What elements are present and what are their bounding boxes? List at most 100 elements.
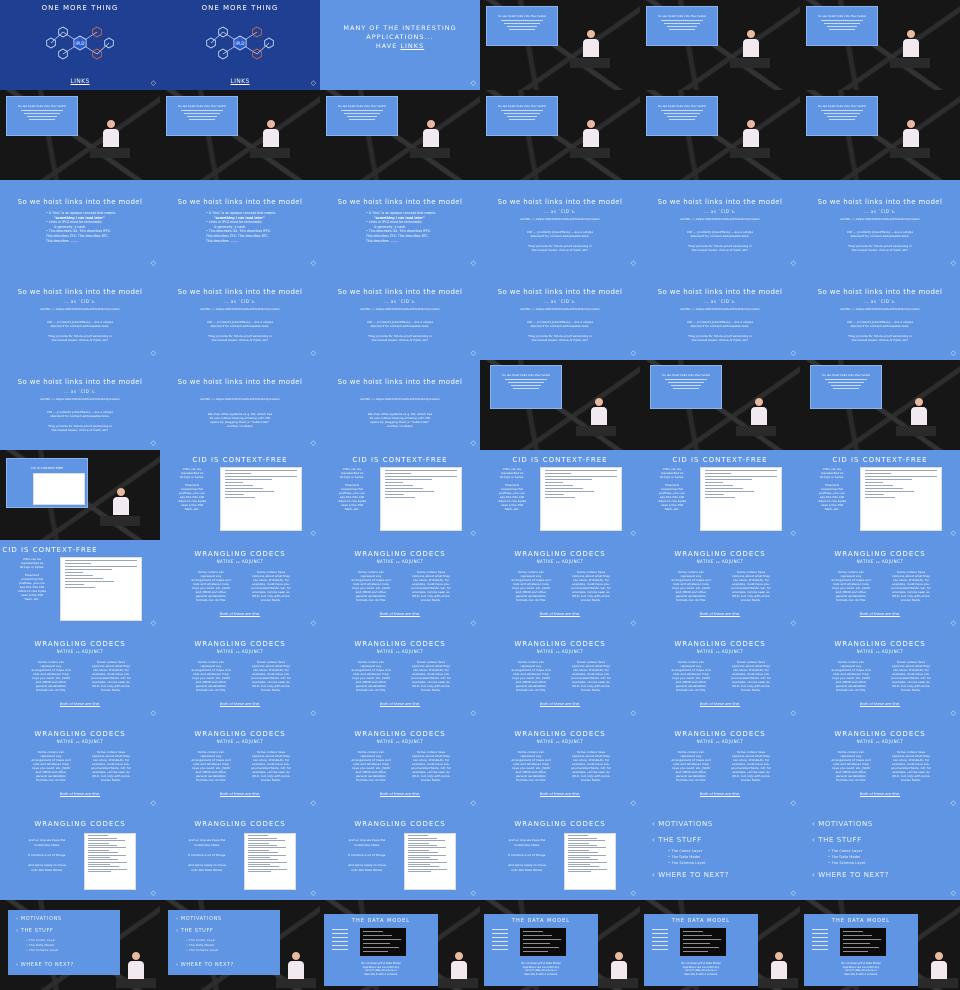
terminal-line (65, 560, 137, 561)
code-line (523, 931, 543, 932)
table-line (88, 856, 110, 858)
slide-thumbnail[interactable]: WRANGLING CODECS NATIVE vs ADJUNCT Some co… (160, 630, 320, 720)
toc-subitem: • The Schema Layer (186, 948, 219, 952)
speaker (742, 120, 760, 150)
cid-example: ALCUSD ---> bafyrei bdbtc3ddmdmsd4hc1zdm… (840, 218, 920, 221)
slide-subtitle: NATIVE vs ADJUNCT (640, 559, 800, 564)
slide-thumbnail[interactable]: ‹ MOTIVATIONS ‹ THE STUFF • The Codec Laye… (800, 810, 960, 900)
diamond-icon: ◇ (310, 259, 316, 267)
slide-thumbnail[interactable]: So we hoist links into the model ... as `… (0, 360, 160, 450)
slide-thumbnail[interactable]: WRANGLING CODECS NATIVE vs ADJUNCT Some co… (480, 630, 640, 720)
slide-thumbnail[interactable]: WRANGLING CODECS NATIVE vs ADJUNCT Some co… (800, 540, 960, 630)
screen-text-line (673, 388, 699, 389)
slide-thumbnail[interactable]: So we hoist links into the model • A "lin… (320, 180, 480, 270)
table-line (568, 859, 598, 861)
diamond-icon: ◇ (470, 709, 476, 717)
diamond-icon: ◇ (630, 259, 636, 267)
slide-thumbnail[interactable]: WRANGLING CODECS NATIVE vs ADJUNCT Some co… (320, 630, 480, 720)
conclusion-text: Both of these are fine. (859, 612, 901, 616)
slide-thumbnail[interactable]: ONE MORE THING IPLD LINKS ◇ (160, 0, 320, 90)
slide-thumbnail[interactable]: So we hoist links into the model ... as `… (800, 270, 960, 360)
slide-thumbnail[interactable]: CID IS CONTEXT-FREE CIDs can be represente… (640, 450, 800, 540)
slide-thumbnail[interactable]: WRANGLING CODECS NATIVE vs ADJUNCT Some co… (640, 720, 800, 810)
slide-thumbnail[interactable]: WRANGLING CODECS NATIVE vs ADJUNCT Some co… (800, 720, 960, 810)
slide-thumbnail[interactable]: WRANGLING CODECS And so now we have the mu… (320, 810, 480, 900)
slide-thumbnail[interactable]: CID IS CONTEXT-FREE CIDs can be represente… (800, 450, 960, 540)
slide-title: WRANGLING CODECS (514, 730, 606, 738)
slide-thumbnail[interactable]: WRANGLING CODECS NATIVE vs ADJUNCT Some co… (0, 630, 160, 720)
slide-thumbnail[interactable]: So we hoist links into the model ALCUSD -… (160, 360, 320, 450)
terminal-line (385, 473, 412, 474)
slide-thumbnail[interactable]: So we hoist links into the model ... as `… (0, 270, 160, 360)
slide-thumbnail[interactable]: So we hoist links into the model (160, 90, 320, 180)
slide-thumbnail[interactable]: So we hoist links into the model ... as `… (640, 180, 800, 270)
left-column-text: formats can do this. (356, 598, 386, 602)
slide-thumbnail[interactable]: WRANGLING CODECS NATIVE vs ADJUNCT Some co… (640, 630, 800, 720)
slide-thumbnail[interactable]: So we hoist links into the model ... as `… (320, 270, 480, 360)
slide-thumbnail[interactable]: So we hoist links into the model (480, 0, 640, 90)
slide-thumbnail[interactable]: CID IS CONTEXT-FREE (0, 450, 160, 540)
body-text: multicodec table. (33, 843, 61, 847)
slide-thumbnail[interactable]: WRANGLING CODECS NATIVE vs ADJUNCT Some co… (640, 540, 800, 630)
slide-thumbnail[interactable]: So we hoist links into the model (320, 90, 480, 180)
slide-thumbnail[interactable]: CID IS CONTEXT-FREE CIDs can be represente… (160, 450, 320, 540)
slide-thumbnail[interactable]: So we hoist links into the model • A "lin… (0, 180, 160, 270)
slide-thumbnail[interactable]: So we hoist links into the model (640, 90, 800, 180)
cid-example: ALCUSD ---> bafyrei bdbtc3ddmdmsd4hc1zdm… (680, 218, 760, 221)
slide-thumbnail[interactable]: ‹ MOTIVATIONS ‹ THE STUFF • The Codec Laye… (640, 810, 800, 900)
slide-subtitle: NATIVE vs ADJUNCT (320, 559, 480, 564)
slide-thumbnail[interactable]: WRANGLING CODECS NATIVE vs ADJUNCT Some co… (480, 540, 640, 630)
slide-title: ONE MORE THING (41, 4, 119, 12)
slide-thumbnail[interactable]: So we hoist links into the model (640, 0, 800, 90)
table-line (408, 837, 437, 839)
adjunct-label: ADJUNCT (879, 559, 904, 564)
screen-text-line (665, 379, 707, 380)
slide-thumbnail[interactable]: So we hoist links into the model ... as `… (800, 180, 960, 270)
speaker-shirt (113, 497, 129, 515)
slide-thumbnail[interactable]: So we hoist links into the model (800, 90, 960, 180)
slide-thumbnail[interactable]: THE DATA MODEL By composing this Data Mod… (640, 900, 800, 990)
slide-thumbnail[interactable]: THE DATA MODEL By composing this Data Mod… (480, 900, 640, 990)
body-text: the lowest levels: choice of hash, etc! (691, 338, 749, 342)
slide-thumbnail[interactable]: ONE MORE THING IPLD LINKS ◇ (0, 0, 160, 90)
bullet-item: This describes ZFS. This describes BTC. (206, 234, 269, 238)
slide-thumbnail[interactable]: CID IS CONTEXT-FREE CIDs can be represente… (480, 450, 640, 540)
slide-thumbnail[interactable]: So we hoist links into the model (480, 360, 640, 450)
slide-thumbnail[interactable]: WRANGLING CODECS NATIVE vs ADJUNCT Some co… (320, 540, 480, 630)
slide-thumbnail[interactable]: So we hoist links into the model ALCUSD -… (320, 360, 480, 450)
screen-text-line (666, 26, 698, 27)
speaker-head (935, 952, 943, 960)
slide-thumbnail[interactable]: CID IS CONTEXT-FREE CIDs can be represente… (320, 450, 480, 540)
slide-thumbnail[interactable]: WRANGLING CODECS NATIVE vs ADJUNCT Some co… (0, 720, 160, 810)
slide-thumbnail[interactable]: WRANGLING CODECS NATIVE vs ADJUNCT Some co… (320, 720, 480, 810)
slide-thumbnail[interactable]: WRANGLING CODECS NATIVE vs ADJUNCT Some co… (480, 720, 640, 810)
slide-thumbnail[interactable]: So we hoist links into the model (640, 360, 800, 450)
adjunct-label: ADJUNCT (559, 559, 584, 564)
slide-thumbnail[interactable]: So we hoist links into the model ... as `… (640, 270, 800, 360)
speaker (102, 120, 120, 150)
cid-example: ALCUSD ---> bafyrei bdbtc3ddmdmsd4hc1zdm… (200, 308, 280, 311)
slide-thumbnail[interactable]: So we hoist links into the model (800, 360, 960, 450)
slide-thumbnail[interactable]: CID IS CONTEXT-FREE CIDs can be represente… (0, 540, 160, 630)
slide-thumbnail[interactable]: THE DATA MODEL By composing this Data Mod… (800, 900, 960, 990)
slide-thumbnail[interactable]: MANY OF THE INTERESTING APPLICATIONS... HA… (320, 0, 480, 90)
slide-thumbnail[interactable]: So we hoist links into the model (0, 90, 160, 180)
terminal-line (705, 485, 733, 486)
slide-thumbnail[interactable]: WRANGLING CODECS NATIVE vs ADJUNCT Some co… (160, 720, 320, 810)
slide-thumbnail[interactable]: So we hoist links into the model ... as `… (160, 270, 320, 360)
slide-thumbnail[interactable]: WRANGLING CODECS And so now we have the mu… (480, 810, 640, 900)
slide-thumbnail[interactable]: So we hoist links into the model (480, 90, 640, 180)
slide-thumbnail[interactable]: ‹ MOTIVATIONS ‹ THE STUFF • The Codec Laye… (0, 900, 160, 990)
table-line (88, 849, 109, 851)
slide-thumbnail[interactable]: THE DATA MODEL By composing this Data Mod… (320, 900, 480, 990)
slide-thumbnail[interactable]: So we hoist links into the model • A "lin… (160, 180, 320, 270)
slide-thumbnail[interactable]: WRANGLING CODECS And so now we have the mu… (0, 810, 160, 900)
slide-thumbnail[interactable]: WRANGLING CODECS NATIVE vs ADJUNCT Some co… (800, 630, 960, 720)
slide-thumbnail[interactable]: So we hoist links into the model (800, 0, 960, 90)
slide-thumbnail[interactable]: WRANGLING CODECS And so now we have the mu… (160, 810, 320, 900)
slide-thumbnail[interactable]: WRANGLING CODECS NATIVE vs ADJUNCT Some co… (160, 540, 320, 630)
slide-thumbnail[interactable]: ‹ MOTIVATIONS ‹ THE STUFF • The Codec Laye… (160, 900, 320, 990)
slide-thumbnail[interactable]: So we hoist links into the model ... as `… (480, 180, 640, 270)
terminal-line (385, 470, 457, 471)
slide-thumbnail[interactable]: So we hoist links into the model ... as `… (480, 270, 640, 360)
